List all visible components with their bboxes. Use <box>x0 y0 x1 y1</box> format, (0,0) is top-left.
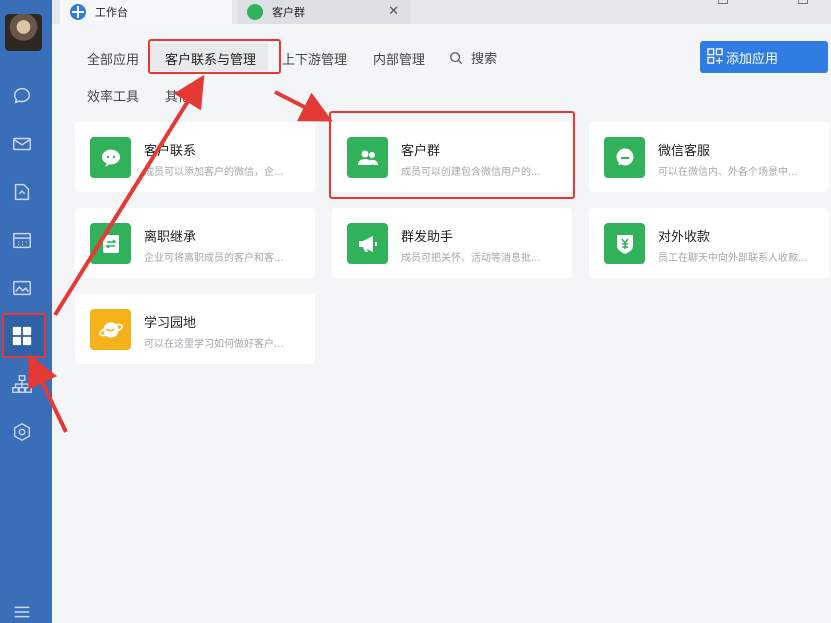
cube-icon[interactable] <box>8 418 36 446</box>
app-card-external-payment[interactable]: 对外收款 员工在聊天中向外部联系人收款... <box>589 208 829 278</box>
planet-icon <box>90 309 131 350</box>
calendar-icon[interactable] <box>8 226 36 254</box>
app-card-wechat-service[interactable]: 微信客服 可以在微信内、外各个场景中... <box>589 122 829 192</box>
workbench-grid-icon[interactable] <box>8 322 36 350</box>
app-card-broadcast-assistant[interactable]: 群发助手 成员可把关怀、活动等消息批... <box>332 208 572 278</box>
search-icon <box>450 52 463 65</box>
drive-icon[interactable] <box>8 274 36 302</box>
minimize-icon[interactable] <box>718 0 728 4</box>
menu-icon[interactable] <box>8 598 36 623</box>
nav-customer-management[interactable]: 客户联系与管理 <box>165 49 256 68</box>
org-chart-icon[interactable] <box>8 370 36 398</box>
card-title: 群发助手 <box>401 230 454 245</box>
app-card-customer-contact[interactable]: 客户联系 成员可以添加客户的微信，企... <box>75 122 315 192</box>
nav-other[interactable]: 其他 <box>165 86 191 105</box>
card-title: 离职继承 <box>144 230 197 245</box>
add-app-label: 添加应用 <box>726 51 779 67</box>
tab-bar: 工作台 客户群 ✕ <box>52 0 831 24</box>
card-description: 成员可把关怀、活动等消息批... <box>401 253 541 264</box>
sidebar <box>0 0 52 623</box>
card-description: 员工在聊天中向外部联系人收款... <box>658 253 808 264</box>
card-description: 可以在这里学习如何做好客户... <box>144 339 284 350</box>
nav-all-apps[interactable]: 全部应用 <box>87 49 139 68</box>
add-app-icon <box>707 48 723 65</box>
tab-label: 客户群 <box>272 6 305 19</box>
workbench-logo-icon <box>70 4 86 20</box>
add-app-button[interactable]: 添加应用 <box>700 41 828 73</box>
service-bubble-icon <box>604 137 645 178</box>
app-card-resignation-inherit[interactable]: 离职继承 企业可将离职成员的客户和客... <box>75 208 315 278</box>
tab-label: 工作台 <box>95 6 128 19</box>
workbench-main: 全部应用 客户联系与管理 上下游管理 内部管理 搜索 效率工具 其他 添加应用 … <box>52 24 831 623</box>
avatar[interactable] <box>5 14 42 51</box>
card-highlight-box <box>329 111 575 199</box>
app-card-learning-center[interactable]: 学习园地 可以在这里学习如何做好客户... <box>75 294 315 364</box>
nav-efficiency-tools[interactable]: 效率工具 <box>87 86 139 105</box>
card-title: 学习园地 <box>144 316 197 331</box>
close-icon[interactable]: ✕ <box>388 4 399 19</box>
card-description: 可以在微信内、外各个场景中... <box>658 167 798 178</box>
message-icon[interactable] <box>8 82 36 110</box>
nav-upstream-downstream[interactable]: 上下游管理 <box>282 49 347 68</box>
card-description: 成员可以添加客户的微信，企... <box>144 167 284 178</box>
maximize-icon[interactable] <box>798 0 808 4</box>
tab-workbench[interactable]: 工作台 <box>60 0 232 24</box>
megaphone-icon <box>347 223 388 264</box>
chat-bubble-icon <box>90 137 131 178</box>
document-icon[interactable] <box>8 178 36 206</box>
mail-icon[interactable] <box>8 130 36 158</box>
nav-internal-management[interactable]: 内部管理 <box>373 49 425 68</box>
search-label: 搜索 <box>471 52 498 67</box>
transfer-doc-icon <box>90 223 131 264</box>
customer-group-logo-icon <box>247 4 263 20</box>
card-title: 微信客服 <box>658 144 711 159</box>
tab-customer-group[interactable]: 客户群 ✕ <box>237 0 411 24</box>
card-title: 客户联系 <box>144 144 197 159</box>
card-title: 对外收款 <box>658 230 711 245</box>
yuan-shield-icon <box>604 223 645 264</box>
card-description: 企业可将离职成员的客户和客... <box>144 253 284 264</box>
nav-search[interactable]: 搜索 <box>449 48 497 67</box>
